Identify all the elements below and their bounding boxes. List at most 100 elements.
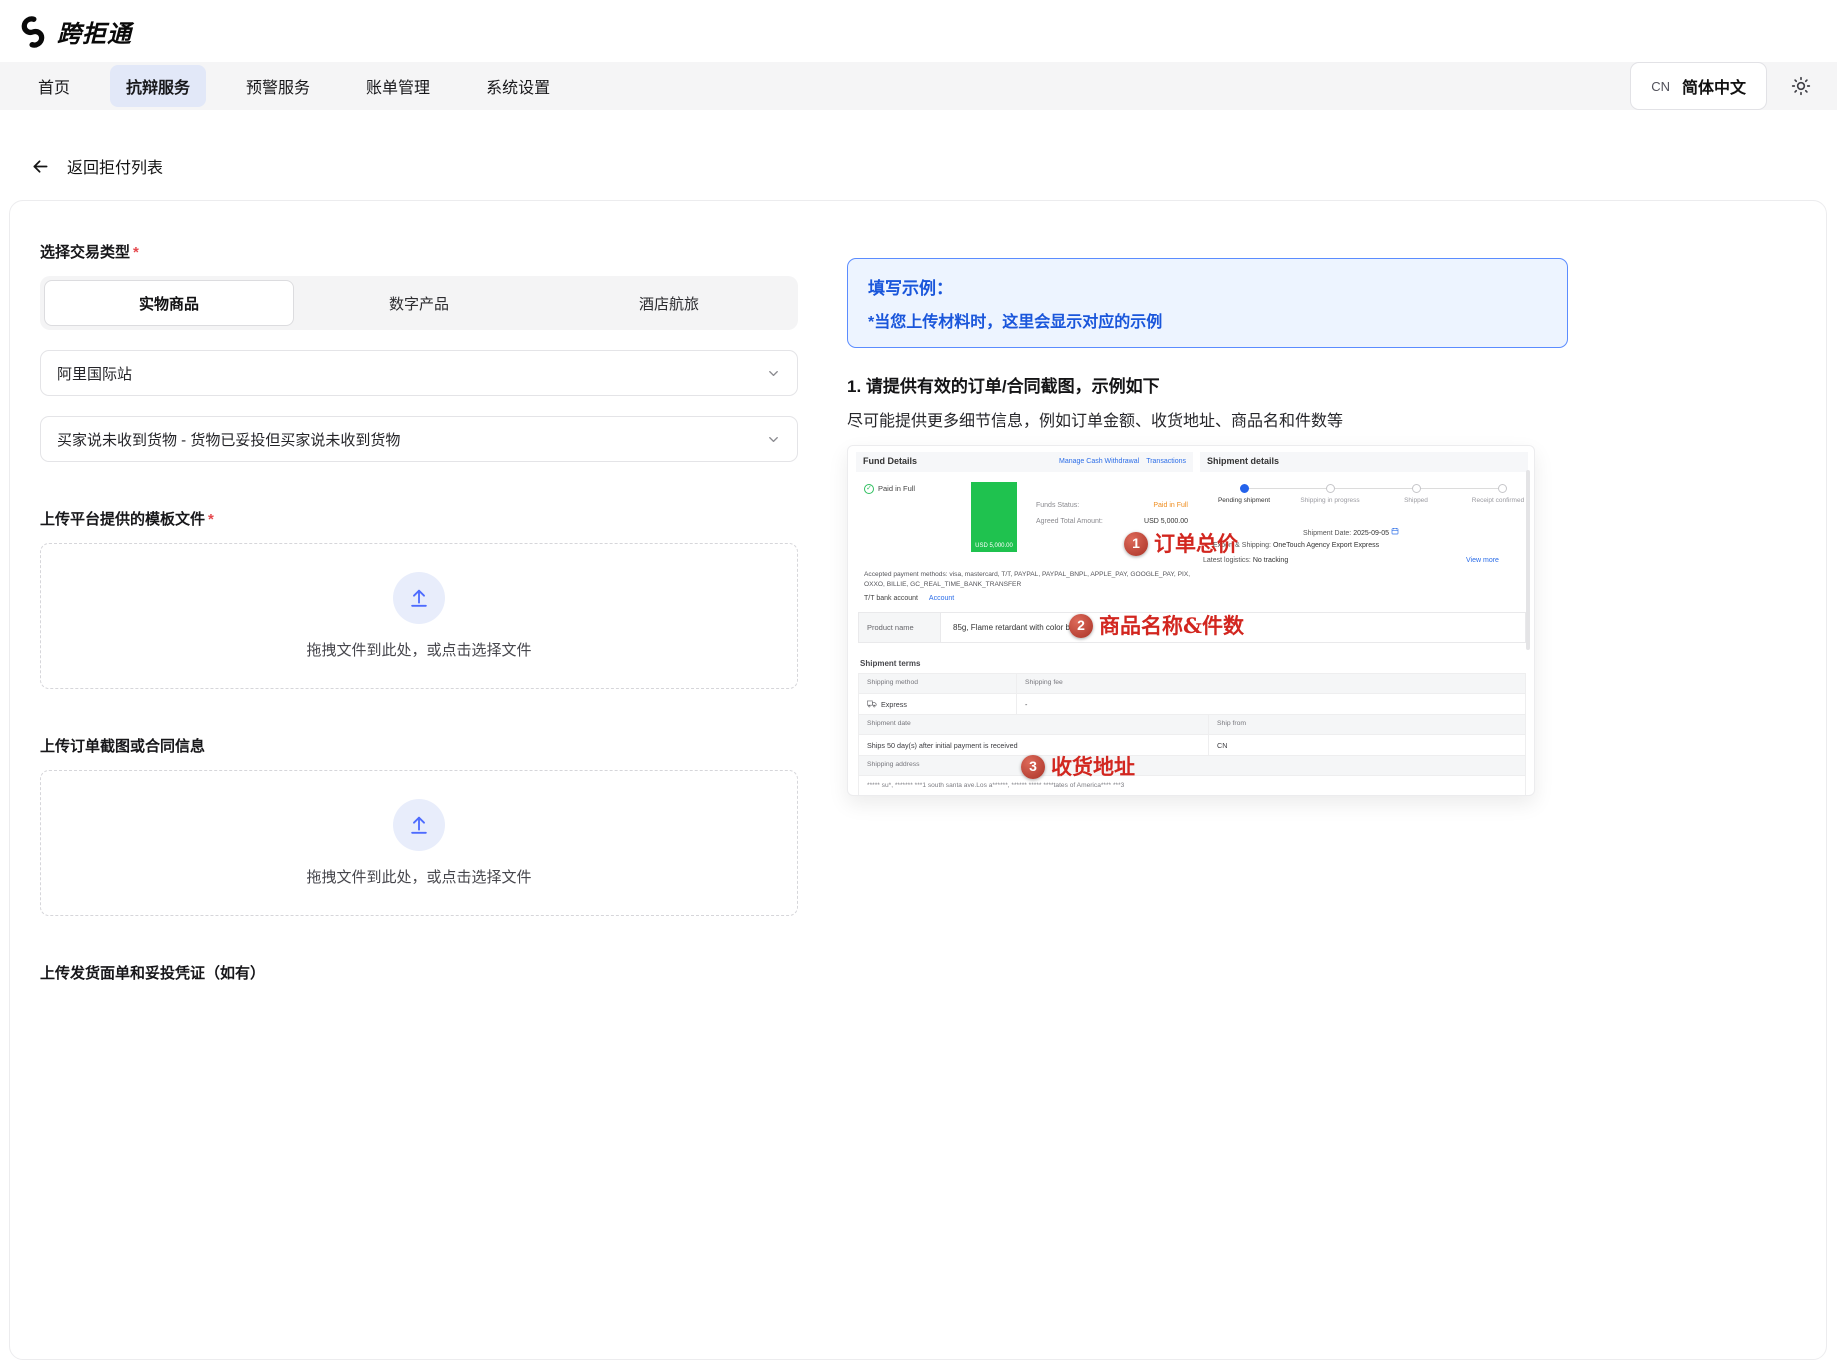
upload-section-shipping-proof: 上传发货面单和妥投凭证（如有） bbox=[40, 962, 798, 983]
step-label-in-progress: Shipping in progress bbox=[1290, 497, 1370, 505]
example-sample-screenshot: Fund Details Manage Cash Withdrawal Tran… bbox=[847, 445, 1535, 796]
sample-scrollbar bbox=[1526, 470, 1530, 650]
segment-digital-products[interactable]: 数字产品 bbox=[294, 280, 544, 326]
shipping-fee-header: Shipping fee bbox=[1017, 679, 1525, 687]
back-arrow-icon[interactable] bbox=[30, 156, 51, 177]
sample-shipment-details-header: Shipment details bbox=[1200, 452, 1528, 472]
calendar-icon bbox=[1391, 530, 1399, 537]
back-link[interactable]: 返回拒付列表 bbox=[67, 154, 163, 178]
dropzone-hint: 拖拽文件到此处，或点击选择文件 bbox=[306, 639, 531, 660]
transaction-type-label: 选择交易类型* bbox=[40, 241, 798, 262]
shipment-date-label: Shipment Date: bbox=[1303, 530, 1351, 537]
funds-bar: USD 5,000.00 bbox=[971, 482, 1017, 552]
platform-select-value: 阿里国际站 bbox=[57, 363, 132, 384]
shipping-fee-value: - bbox=[1017, 700, 1525, 709]
express-text: Express bbox=[881, 700, 907, 709]
upload-icon bbox=[408, 587, 430, 609]
required-asterisk: * bbox=[133, 244, 139, 261]
example-step-title: 1. 请提供有效的订单/合同截图，示例如下 bbox=[847, 372, 1568, 397]
paid-in-full-badge: ✓ Paid in Full bbox=[864, 484, 915, 494]
theme-toggle-button[interactable] bbox=[1787, 72, 1815, 100]
app-header: 跨拒通 bbox=[0, 0, 1837, 62]
step-dot-shipped bbox=[1412, 484, 1421, 493]
segment-hotel-travel[interactable]: 酒店航旅 bbox=[544, 280, 794, 326]
terms-value-row-1: Express - bbox=[859, 694, 1525, 715]
ships-days-value: Ships 50 day(s) after initial payment is… bbox=[859, 735, 1209, 755]
order-screenshot-dropzone[interactable]: 拖拽文件到此处，或点击选择文件 bbox=[40, 770, 798, 916]
shipping-method-header: Shipping method bbox=[859, 674, 1017, 693]
annotation-shipping-address: 3 收货地址 bbox=[1021, 754, 1135, 780]
funds-status-value: Paid in Full bbox=[1153, 502, 1188, 511]
sun-icon bbox=[1791, 76, 1811, 96]
example-step-subtitle: 尽可能提供更多细节信息，例如订单金额、收货地址、商品名和件数等 bbox=[847, 407, 1568, 431]
nav-tab-dispute-service[interactable]: 抗辩服务 bbox=[110, 65, 206, 107]
main-nav: 首页 抗辩服务 预警服务 账单管理 系统设置 CN 简体中文 bbox=[0, 62, 1837, 110]
shipment-date-header: Shipment date bbox=[859, 715, 1209, 734]
language-code: CN bbox=[1651, 79, 1670, 94]
view-more-link: View more bbox=[1466, 557, 1499, 566]
annotation-text: 收货地址 bbox=[1051, 754, 1135, 780]
example-notice-box: 填写示例： *当您上传材料时，这里会显示对应的示例 bbox=[847, 258, 1568, 348]
form-column: 选择交易类型* 实物商品 数字产品 酒店航旅 阿里国际站 买家说未收到货物 - … bbox=[40, 241, 798, 997]
step-label-pending: Pending shipment bbox=[1204, 497, 1284, 505]
shipping-address-value: ***** su*, ******* ***1 south santa ave.… bbox=[859, 776, 1525, 796]
check-circle-icon: ✓ bbox=[864, 484, 874, 494]
annotation-number-badge: 3 bbox=[1021, 755, 1045, 779]
funds-status-label: Funds Status: bbox=[1036, 502, 1079, 511]
latest-logistics-label: Latest logistics: bbox=[1203, 557, 1251, 564]
chevron-down-icon bbox=[766, 366, 781, 381]
annotation-text: 订单总价 bbox=[1154, 531, 1238, 557]
upload-order-label: 上传订单截图或合同信息 bbox=[40, 735, 798, 756]
sample-fund-details-header: Fund Details Manage Cash Withdrawal Tran… bbox=[856, 452, 1193, 472]
language-selector-button[interactable]: CN 简体中文 bbox=[1630, 62, 1767, 110]
agreed-amount-value: USD 5,000.00 bbox=[1144, 518, 1188, 527]
nav-tab-system-settings[interactable]: 系统设置 bbox=[470, 65, 566, 107]
upload-template-label: 上传平台提供的模板文件* bbox=[40, 508, 798, 529]
shipment-date-value: 2025-09-05 bbox=[1353, 530, 1389, 537]
shipment-terms-table: Shipping method Shipping fee Express - S… bbox=[858, 673, 1526, 796]
upload-shipping-proof-label: 上传发货面单和妥投凭证（如有） bbox=[40, 962, 798, 983]
upload-section-template: 上传平台提供的模板文件* 拖拽文件到此处，或点击选择文件 bbox=[40, 508, 798, 689]
step-dot-pending bbox=[1240, 484, 1249, 493]
required-asterisk: * bbox=[208, 511, 214, 528]
example-notice-title: 填写示例： bbox=[868, 274, 1547, 299]
terms-header-row-1: Shipping method Shipping fee bbox=[859, 674, 1525, 694]
agreed-amount-label: Agreed Total Amount: bbox=[1036, 518, 1103, 527]
tt-bank-account-label: T/T bank account bbox=[864, 595, 918, 602]
terms-header-row-3: Shipping address bbox=[859, 756, 1525, 776]
template-file-dropzone[interactable]: 拖拽文件到此处，或点击选择文件 bbox=[40, 543, 798, 689]
latest-logistics-row: Latest logistics: No tracking bbox=[1203, 557, 1288, 566]
terms-header-row-2: Shipment date Ship from bbox=[859, 715, 1525, 735]
view-more-text: View more bbox=[1466, 557, 1499, 564]
shipment-terms-title: Shipment terms bbox=[860, 659, 920, 669]
latest-logistics-value: No tracking bbox=[1253, 557, 1288, 564]
paid-in-full-text: Paid in Full bbox=[878, 484, 915, 493]
tt-bank-account-row: T/T bank account Account bbox=[864, 595, 954, 604]
manage-cash-withdrawal-link: Manage Cash Withdrawal bbox=[1059, 458, 1139, 467]
dispute-reason-select[interactable]: 买家说未收到货物 - 货物已妥投但买家说未收到货物 bbox=[40, 416, 798, 462]
terms-value-row-2: Ships 50 day(s) after initial payment is… bbox=[859, 735, 1525, 756]
nav-tab-home[interactable]: 首页 bbox=[22, 65, 86, 107]
upload-template-label-text: 上传平台提供的模板文件 bbox=[40, 511, 205, 528]
chevron-down-icon bbox=[766, 432, 781, 447]
stepper-line bbox=[1248, 488, 1500, 489]
language-label: 简体中文 bbox=[1682, 74, 1746, 98]
segment-physical-goods[interactable]: 实物商品 bbox=[44, 280, 294, 326]
platform-select[interactable]: 阿里国际站 bbox=[40, 350, 798, 396]
example-column: 填写示例： *当您上传材料时，这里会显示对应的示例 1. 请提供有效的订单/合同… bbox=[847, 258, 1568, 796]
agreed-amount-row: Agreed Total Amount: USD 5,000.00 bbox=[1036, 518, 1188, 527]
transaction-type-segmented-control: 实物商品 数字产品 酒店航旅 bbox=[40, 276, 798, 330]
shipment-date-row: Shipment Date: 2025-09-05 bbox=[1303, 527, 1399, 539]
ship-from-value: CN bbox=[1209, 741, 1525, 750]
transaction-type-label-text: 选择交易类型 bbox=[40, 244, 130, 261]
brand-name: 跨拒通 bbox=[57, 14, 132, 49]
upload-section-order: 上传订单截图或合同信息 拖拽文件到此处，或点击选择文件 bbox=[40, 735, 798, 916]
annotation-product-name-qty: 2 商品名称&件数 bbox=[1069, 613, 1244, 639]
upload-icon bbox=[408, 814, 430, 836]
nav-tab-warning-service[interactable]: 预警服务 bbox=[230, 65, 326, 107]
dropzone-hint: 拖拽文件到此处，或点击选择文件 bbox=[306, 866, 531, 887]
truck-icon bbox=[867, 700, 877, 708]
nav-tab-billing[interactable]: 账单管理 bbox=[350, 65, 446, 107]
account-link: Account bbox=[929, 595, 954, 602]
step-label-shipped: Shipped bbox=[1376, 497, 1456, 505]
